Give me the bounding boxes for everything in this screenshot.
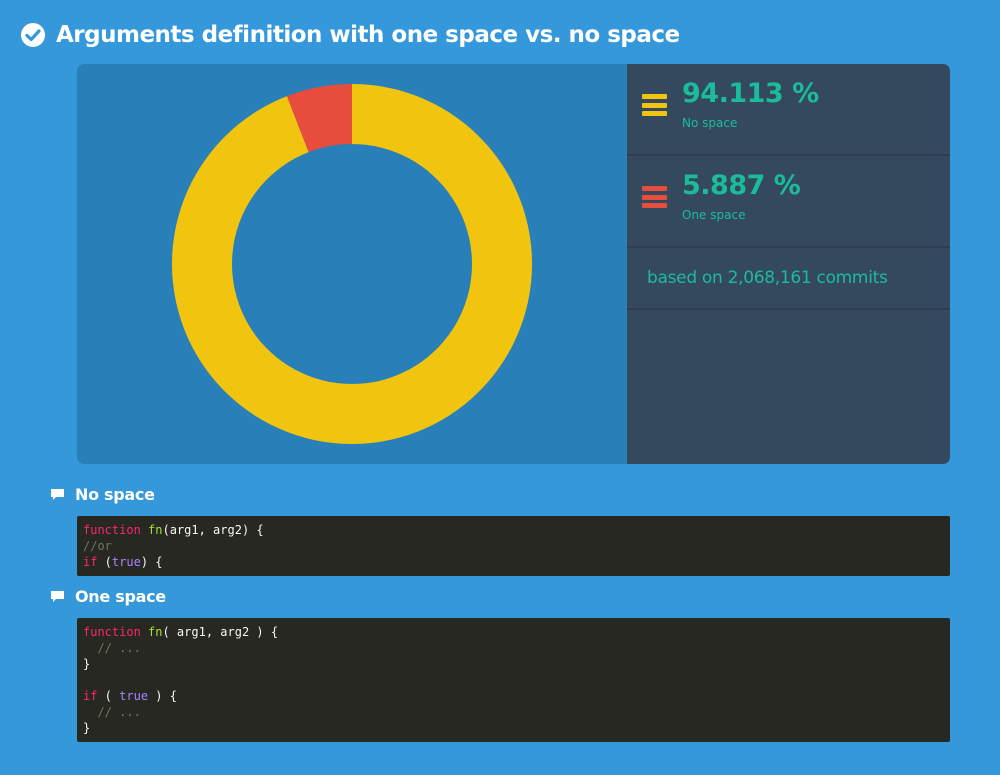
code-line: }	[83, 656, 950, 672]
code-token: ) {	[140, 555, 163, 569]
code-token: true	[119, 689, 149, 703]
stat-label: No space	[682, 116, 738, 130]
code-token: fn	[148, 523, 163, 537]
code-token: }	[83, 657, 91, 671]
page-title: Arguments definition with one space vs. …	[56, 22, 680, 48]
code-token: // ...	[83, 705, 141, 719]
stat-value: 5.887 %	[682, 170, 801, 201]
code-line: // ...	[83, 704, 950, 720]
section-heading-one-space: One space	[50, 587, 166, 606]
section-heading-label: One space	[75, 587, 166, 606]
stat-one-space: 5.887 % One space	[627, 156, 950, 248]
code-token: (arg1, arg2) {	[162, 523, 264, 537]
commit-count-text: based on 2,068,161 commits	[647, 268, 888, 288]
code-token: (	[97, 689, 120, 703]
section-heading-no-space: No space	[50, 485, 155, 504]
chart-panel	[77, 64, 627, 464]
comment-icon	[51, 488, 64, 500]
code-block-one-space: function fn( arg1, arg2 ) { // ...} if ( …	[77, 618, 950, 742]
code-token: if	[83, 555, 98, 569]
code-line: if (true) {	[83, 554, 950, 570]
code-line: function fn(arg1, arg2) {	[83, 522, 950, 538]
code-token: ) {	[148, 689, 177, 703]
check-circle-icon	[21, 23, 45, 47]
stat-no-space: 94.113 % No space	[627, 64, 950, 156]
stat-value: 94.113 %	[682, 78, 819, 109]
code-line: //or	[83, 538, 950, 554]
stat-label: One space	[682, 208, 746, 222]
section-heading-label: No space	[75, 485, 155, 504]
legend-bars-icon	[642, 94, 667, 116]
code-line: // ...	[83, 640, 950, 656]
page-header: Arguments definition with one space vs. …	[20, 18, 680, 52]
donut-chart	[172, 84, 532, 444]
comment-icon	[51, 590, 64, 602]
stats-panel: 94.113 % No space 5.887 % One space base…	[627, 64, 950, 464]
code-token: ( arg1, arg2 ) {	[162, 625, 279, 639]
code-token: //or	[83, 539, 112, 553]
code-token: fn	[148, 625, 163, 639]
code-token: (	[97, 555, 112, 569]
code-token: true	[111, 555, 141, 569]
result-card: 94.113 % No space 5.887 % One space base…	[77, 64, 950, 464]
code-token: // ...	[83, 641, 141, 655]
code-line: function fn( arg1, arg2 ) {	[83, 624, 950, 640]
legend-bars-icon	[642, 186, 667, 208]
commit-count-row: based on 2,068,161 commits	[627, 248, 950, 310]
code-line: if ( true ) {	[83, 688, 950, 704]
code-line: }	[83, 720, 950, 736]
code-token: }	[83, 721, 91, 735]
code-token: function	[83, 625, 141, 639]
code-token: if	[83, 689, 98, 703]
code-block-no-space: function fn(arg1, arg2) {//or if (true) {	[77, 516, 950, 576]
code-token: function	[83, 523, 141, 537]
